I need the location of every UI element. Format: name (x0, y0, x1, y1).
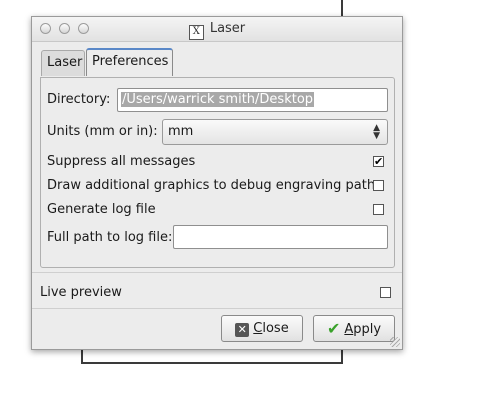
separator (32, 272, 402, 273)
checkmark-icon: ✔ (326, 319, 341, 338)
units-label: Units (mm or in): (47, 124, 158, 139)
generate-log-label: Generate log file (47, 202, 156, 217)
debug-graphics-checkbox[interactable] (373, 180, 384, 191)
title-bar[interactable]: X Laser (32, 17, 402, 42)
select-arrows-icon: ▲ ▼ (373, 123, 380, 141)
directory-label: Directory: (47, 92, 111, 107)
debug-graphics-label: Draw additional graphics to debug engrav… (47, 178, 376, 193)
separator (32, 308, 402, 309)
generate-log-checkbox[interactable] (373, 204, 384, 215)
close-icon: ✕ (235, 323, 250, 337)
log-path-input[interactable] (173, 225, 388, 249)
resize-grip[interactable] (390, 337, 400, 347)
x11-app-icon: X (188, 25, 204, 40)
tab-laser[interactable]: Laser (41, 50, 85, 76)
units-selected-value: mm (168, 124, 194, 139)
close-button[interactable]: ✕ Close (221, 315, 303, 342)
apply-button[interactable]: ✔ Apply (313, 315, 395, 342)
canvas-frame-line (81, 362, 343, 364)
live-preview-label: Live preview (40, 285, 122, 300)
log-path-label: Full path to log file: (47, 230, 173, 245)
laser-dialog: X Laser Laser Preferences Directory: /Use… (31, 16, 403, 350)
directory-input[interactable]: /Users/warrick smith/Desktop (117, 88, 388, 112)
preferences-panel: Directory: /Users/warrick smith/Desktop … (40, 77, 395, 268)
suppress-messages-checkbox[interactable]: ✔ (373, 156, 384, 167)
directory-value: /Users/warrick smith/Desktop (121, 92, 315, 107)
units-select[interactable]: mm ▲ ▼ (162, 119, 388, 145)
live-preview-checkbox[interactable] (380, 287, 391, 298)
window-title: X Laser (32, 21, 402, 40)
tab-preferences[interactable]: Preferences (86, 48, 173, 76)
suppress-messages-label: Suppress all messages (47, 154, 196, 169)
